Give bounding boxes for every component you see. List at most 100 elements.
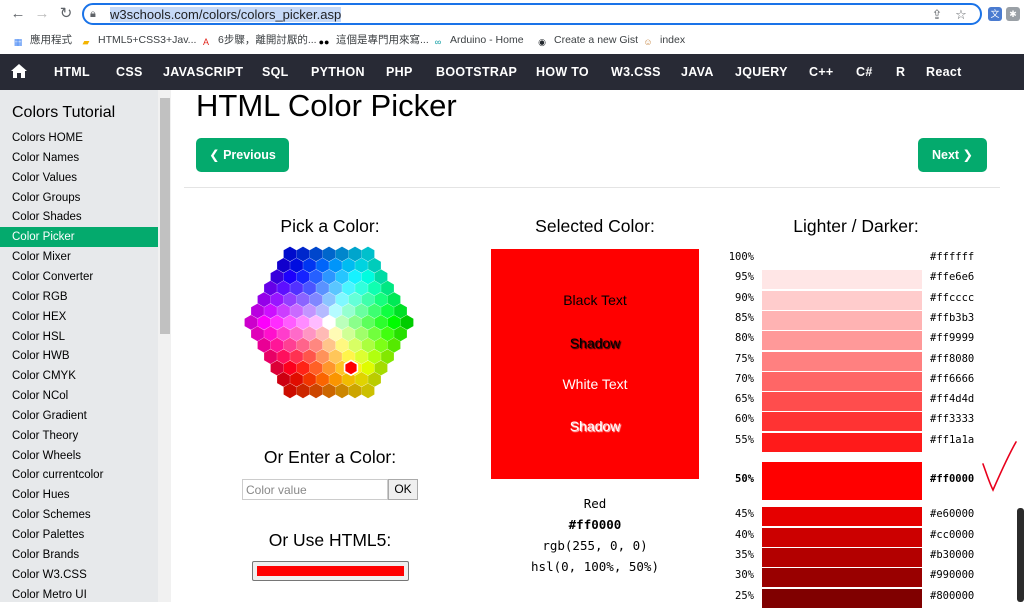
sidebar-item-color-converter[interactable]: Color Converter <box>0 267 158 287</box>
bookmark-item[interactable]: ∞ Arduino - Home <box>432 32 524 48</box>
sidebar-item-color-palettes[interactable]: Color Palettes <box>0 525 158 545</box>
next-button[interactable]: Next ❯ <box>918 138 987 172</box>
sidebar-item-color-schemes[interactable]: Color Schemes <box>0 505 158 525</box>
topnav-sql-link[interactable]: SQL <box>262 54 289 90</box>
sidebar-item-color-gradient[interactable]: Color Gradient <box>0 406 158 426</box>
shade-percent: 40% <box>735 528 754 541</box>
sidebar-item-color-groups[interactable]: Color Groups <box>0 188 158 208</box>
bookmark-label: 應用程式 <box>30 34 72 46</box>
shade-swatch[interactable] <box>762 270 922 290</box>
topnav-java-link[interactable]: JAVA <box>681 54 714 90</box>
topnav-javascript-link[interactable]: JAVASCRIPT <box>163 54 243 90</box>
pick-color-heading: Pick a Color: <box>280 216 380 236</box>
sidebar-item-color-metro-ui[interactable]: Color Metro UI <box>0 585 158 602</box>
shade-swatch[interactable] <box>762 462 922 500</box>
topnav-c-link[interactable]: C++ <box>809 54 834 90</box>
bookmark-label: Create a new Gist <box>554 34 639 46</box>
topnav-jquery-link[interactable]: JQUERY <box>735 54 788 90</box>
topnav-python-link[interactable]: PYTHON <box>311 54 365 90</box>
sidebar-item-color-shades[interactable]: Color Shades <box>0 207 158 227</box>
avatar-icon: ☺ <box>643 37 653 47</box>
shade-swatch[interactable] <box>762 527 922 547</box>
reload-icon[interactable]: ↻ <box>56 4 76 24</box>
shade-swatch[interactable] <box>762 432 922 452</box>
shade-hex-value: #ff3333 <box>930 413 975 426</box>
bookmark-item[interactable]: A 6步驟，離開討厭的... <box>200 32 317 48</box>
color-hexagon-map[interactable] <box>236 246 422 406</box>
shade-swatch[interactable] <box>762 507 922 527</box>
github-icon: ◉ <box>538 37 546 47</box>
sidebar-item-color-wheels[interactable]: Color Wheels <box>0 446 158 466</box>
shade-percent: 85% <box>735 311 754 324</box>
topnav-c-link[interactable]: C# <box>856 54 873 90</box>
shade-swatch[interactable] <box>762 568 922 588</box>
url-text[interactable]: w3schools.com/colors/colors_picker.asp <box>110 6 342 23</box>
shade-swatch[interactable] <box>762 351 922 371</box>
extension-icon[interactable]: ✱ <box>1006 7 1020 21</box>
sidebar-item-color-theory[interactable]: Color Theory <box>0 426 158 446</box>
white-shadow-sample: Shadow <box>569 418 621 434</box>
shade-swatch[interactable] <box>762 412 922 432</box>
back-arrow-icon[interactable]: ← <box>8 4 28 24</box>
shade-percent: 80% <box>735 332 754 345</box>
page-scrollbar[interactable] <box>1017 508 1024 602</box>
sidebar-item-color-values[interactable]: Color Values <box>0 168 158 188</box>
sidebar-item-color-cmyk[interactable]: Color CMYK <box>0 366 158 386</box>
url-host: w3schools.com <box>110 7 199 22</box>
sidebar: Colors Tutorial Colors HOME Color Names Co… <box>0 90 158 602</box>
bookmark-item[interactable]: ☺ index <box>642 32 685 48</box>
bookmark-item[interactable]: ◉ Create a new Gist <box>536 32 638 48</box>
shade-percent: 30% <box>735 569 754 582</box>
black-shadow-sample: Shadow <box>569 335 621 351</box>
sidebar-item-color-brands[interactable]: Color Brands <box>0 545 158 565</box>
topnav-bootstrap-link[interactable]: BOOTSTRAP <box>436 54 517 90</box>
shade-swatch[interactable] <box>762 392 922 412</box>
star-icon[interactable]: ☆ <box>952 6 970 24</box>
color-value-input[interactable] <box>242 479 388 500</box>
sidebar-item-color-mixer[interactable]: Color Mixer <box>0 247 158 267</box>
topnav-html-link[interactable]: HTML <box>54 54 90 90</box>
shade-swatch[interactable] <box>762 547 922 567</box>
sidebar-item-color-hues[interactable]: Color Hues <box>0 485 158 505</box>
topnav-react-link[interactable]: React <box>926 54 962 90</box>
topnav-w3-css-link[interactable]: W3.CSS <box>611 54 661 90</box>
topnav-how-to-link[interactable]: HOW TO <box>536 54 589 90</box>
shade-hex-value: #ff9999 <box>930 332 975 345</box>
shade-swatch[interactable] <box>762 290 922 310</box>
shade-swatch[interactable] <box>762 310 922 330</box>
bookmark-item[interactable]: ●● 這個是專門用來寫... <box>318 32 429 48</box>
sidebar-item-color-names[interactable]: Color Names <box>0 148 158 168</box>
ok-button[interactable]: OK <box>388 479 418 500</box>
sidebar-item-color-hwb[interactable]: Color HWB <box>0 346 158 366</box>
sidebar-item-color-hsl[interactable]: Color HSL <box>0 327 158 347</box>
html5-color-input[interactable] <box>252 561 409 581</box>
sidebar-scrollbar[interactable] <box>158 90 171 602</box>
shade-swatch[interactable] <box>762 371 922 391</box>
sidebar-item-color-currentcolor[interactable]: Color currentcolor <box>0 465 158 485</box>
shade-percent: 95% <box>735 271 754 284</box>
color-hsl: hsl(0, 100%, 50%) <box>531 559 659 574</box>
sidebar-item-color-hex[interactable]: Color HEX <box>0 307 158 327</box>
bookmark-item[interactable]: ▰ HTML5+CSS3+Jav... <box>80 32 197 48</box>
shade-swatch[interactable] <box>762 588 922 608</box>
address-bar[interactable]: 🔒︎ w3schools.com/colors/colors_picker.as… <box>82 3 982 25</box>
selected-hex-marker[interactable] <box>343 359 359 377</box>
sidebar-item-color-w3-css[interactable]: Color W3.CSS <box>0 565 158 585</box>
home-icon[interactable] <box>10 63 28 79</box>
share-icon[interactable]: ⇪ <box>928 6 946 24</box>
shade-swatch[interactable] <box>762 250 922 269</box>
arduino-icon: ∞ <box>434 37 442 47</box>
sidebar-item-color-rgb[interactable]: Color RGB <box>0 287 158 307</box>
sidebar-item-color-ncol[interactable]: Color NCol <box>0 386 158 406</box>
bookmark-item[interactable]: ▦ 應用程式 <box>12 32 72 48</box>
topnav-r-link[interactable]: R <box>896 54 905 90</box>
topnav-php-link[interactable]: PHP <box>386 54 413 90</box>
sidebar-item-colors-home[interactable]: Colors HOME <box>0 128 158 148</box>
shade-swatch[interactable] <box>762 331 922 351</box>
topnav-css-link[interactable]: CSS <box>116 54 143 90</box>
previous-button[interactable]: ❮ Previous <box>196 138 289 172</box>
translate-extension-icon[interactable]: 文 <box>988 7 1002 21</box>
forward-arrow-icon[interactable]: → <box>32 4 52 24</box>
sidebar-scrollbar-thumb[interactable] <box>160 98 170 334</box>
sidebar-item-color-picker[interactable]: Color Picker <box>0 227 158 248</box>
